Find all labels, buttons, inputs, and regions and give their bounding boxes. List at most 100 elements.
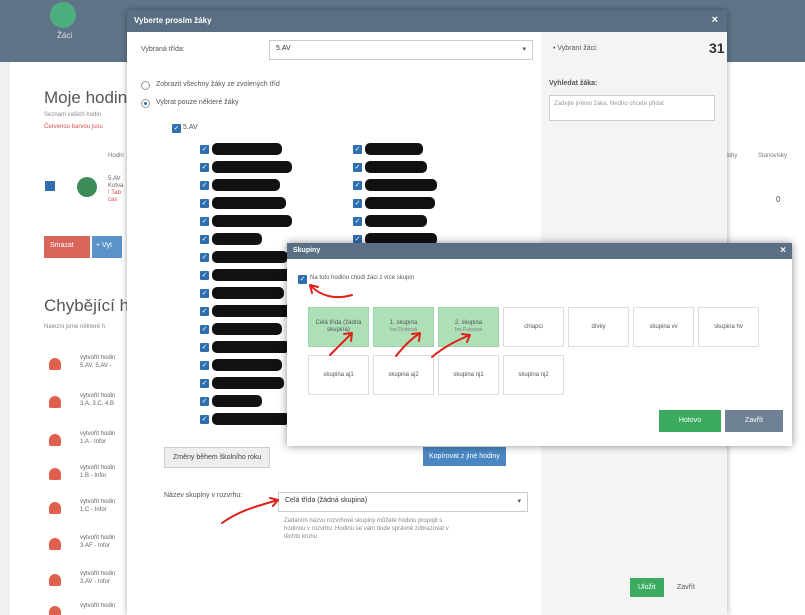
close-icon[interactable]: × xyxy=(712,14,718,26)
radio-all-students[interactable] xyxy=(141,81,150,90)
class-label: Vybraná třída: xyxy=(141,46,185,53)
radio-some-label: Vybrat pouze některé žáky xyxy=(156,99,239,106)
bell-icon xyxy=(49,358,61,370)
save-button[interactable]: Uložit xyxy=(630,578,664,597)
lesson-row-count: 0 xyxy=(776,195,781,204)
selected-students-count: 31 xyxy=(709,40,725,56)
redacted-name xyxy=(212,395,262,407)
group-aj1[interactable]: skupina aj1 xyxy=(308,355,369,395)
groups-dialog-title: Skupiny xyxy=(293,247,321,254)
student-checkbox[interactable] xyxy=(353,217,362,226)
student-checkbox[interactable] xyxy=(200,397,209,406)
multi-group-checkbox[interactable] xyxy=(298,275,307,284)
student-checkbox[interactable] xyxy=(353,163,362,172)
student-checkbox[interactable] xyxy=(200,307,209,316)
student-checkbox[interactable] xyxy=(200,253,209,262)
student-checkbox[interactable] xyxy=(353,181,362,190)
student-checkbox[interactable] xyxy=(200,163,209,172)
student-checkbox[interactable] xyxy=(200,271,209,280)
student-checkbox[interactable] xyxy=(200,217,209,226)
bell-icon xyxy=(49,396,61,408)
class-select[interactable]: 5.AV ▾ xyxy=(269,40,533,60)
group-hv[interactable]: skupina hv xyxy=(698,307,759,347)
redacted-name xyxy=(212,251,288,263)
redacted-name xyxy=(212,215,292,227)
missing-lessons-title: Chybějící ho xyxy=(44,296,139,315)
lesson-avatar xyxy=(77,177,97,197)
redacted-name xyxy=(212,197,286,209)
group-nj1[interactable]: skupina nj1 xyxy=(438,355,499,395)
redacted-name xyxy=(212,413,290,425)
class-checkbox[interactable] xyxy=(172,124,181,133)
school-year-changes-button[interactable]: Změny během školního roku xyxy=(164,447,271,468)
chevron-down-icon: ▾ xyxy=(517,498,521,505)
student-checkbox[interactable] xyxy=(353,199,362,208)
my-lessons-note: Červenou barvou jsou xyxy=(44,124,103,130)
lesson-row-checkbox[interactable] xyxy=(45,181,55,191)
my-lessons-title: Moje hodiny xyxy=(44,88,136,107)
group-nj2[interactable]: skupina nj2 xyxy=(503,355,564,395)
student-checkbox[interactable] xyxy=(200,325,209,334)
redacted-name xyxy=(365,143,423,155)
group-girls[interactable]: dívky xyxy=(568,307,629,347)
student-checkbox[interactable] xyxy=(200,199,209,208)
group-boys[interactable]: chlapci xyxy=(503,307,564,347)
redacted-name xyxy=(365,197,435,209)
close-icon[interactable]: × xyxy=(780,245,786,256)
missing-lessons-subtitle: Nalezni jsme některé h xyxy=(44,324,106,330)
dialog-header: Vyberte prosím žáky × xyxy=(127,10,727,32)
close-button[interactable]: Zavřít xyxy=(671,578,701,597)
student-checkbox[interactable] xyxy=(353,145,362,154)
student-checkbox[interactable] xyxy=(200,361,209,370)
group-2[interactable]: 2. skupina Ins Fuksová xyxy=(438,307,499,347)
search-student-input[interactable]: Zadejte jméno žáka, hledno chcete přidat xyxy=(549,95,715,121)
student-checkbox[interactable] xyxy=(200,181,209,190)
group-vv[interactable]: skupina vv xyxy=(633,307,694,347)
redacted-name xyxy=(365,179,437,191)
bell-icon xyxy=(49,468,61,480)
student-checkbox[interactable] xyxy=(200,289,209,298)
student-checkbox[interactable] xyxy=(200,235,209,244)
group-whole-class[interactable]: Celá třída (žádná skupina) xyxy=(308,307,369,347)
redacted-name xyxy=(212,323,282,335)
redacted-name xyxy=(212,377,284,389)
done-button[interactable]: Hotovo xyxy=(659,410,721,432)
selected-students-label: • Vybraní žáci: xyxy=(553,45,598,52)
copy-from-lesson-button[interactable]: Kopírovat z jiné hodiny xyxy=(423,447,506,466)
delete-button[interactable]: Smazat xyxy=(44,236,90,258)
column-header-lessons: Hodin xyxy=(108,153,124,159)
column-header-status: Stanovisky xyxy=(758,153,788,159)
redacted-name xyxy=(212,161,292,173)
redacted-name xyxy=(212,143,282,155)
bell-icon xyxy=(49,502,61,514)
group-aj2[interactable]: skupina aj2 xyxy=(373,355,434,395)
redacted-name xyxy=(212,305,292,317)
bell-icon xyxy=(49,606,61,615)
groups-dialog: Skupiny × Na tuto hodinu chodí žáci z ví… xyxy=(287,243,792,446)
group-1[interactable]: 1. skupina Ins Fichtová xyxy=(373,307,434,347)
class-checkbox-label: 5.AV xyxy=(183,124,198,131)
create-button[interactable]: + Vyt xyxy=(92,236,122,258)
groups-dialog-header: Skupiny × xyxy=(287,243,792,259)
chevron-down-icon: ▾ xyxy=(522,46,526,53)
bell-icon xyxy=(49,434,61,446)
lesson-row-text: 5.AV Kotva ! Tab cas xyxy=(108,176,124,203)
students-nav-label[interactable]: Žáci xyxy=(57,31,72,40)
student-checkbox[interactable] xyxy=(200,343,209,352)
student-checkbox[interactable] xyxy=(200,145,209,154)
radio-some-students[interactable] xyxy=(141,99,150,108)
student-checkbox[interactable] xyxy=(200,379,209,388)
redacted-name xyxy=(365,215,427,227)
students-nav-icon[interactable] xyxy=(50,2,76,28)
redacted-name xyxy=(212,341,290,353)
redacted-name xyxy=(212,233,262,245)
bell-icon xyxy=(49,574,61,586)
bell-icon xyxy=(49,538,61,550)
redacted-name xyxy=(212,269,292,281)
group-name-label: Název skupiny v rozvrhu: xyxy=(164,492,243,499)
multi-group-label: Na tuto hodinu chodí žáci z více skupin xyxy=(310,275,415,281)
student-checkbox[interactable] xyxy=(200,415,209,424)
group-select[interactable]: Celá třída (žádná skupina) ▾ xyxy=(278,492,528,512)
groups-close-button[interactable]: Zavřít xyxy=(725,410,783,432)
dialog-title: Vyberte prosím žáky xyxy=(134,16,212,25)
